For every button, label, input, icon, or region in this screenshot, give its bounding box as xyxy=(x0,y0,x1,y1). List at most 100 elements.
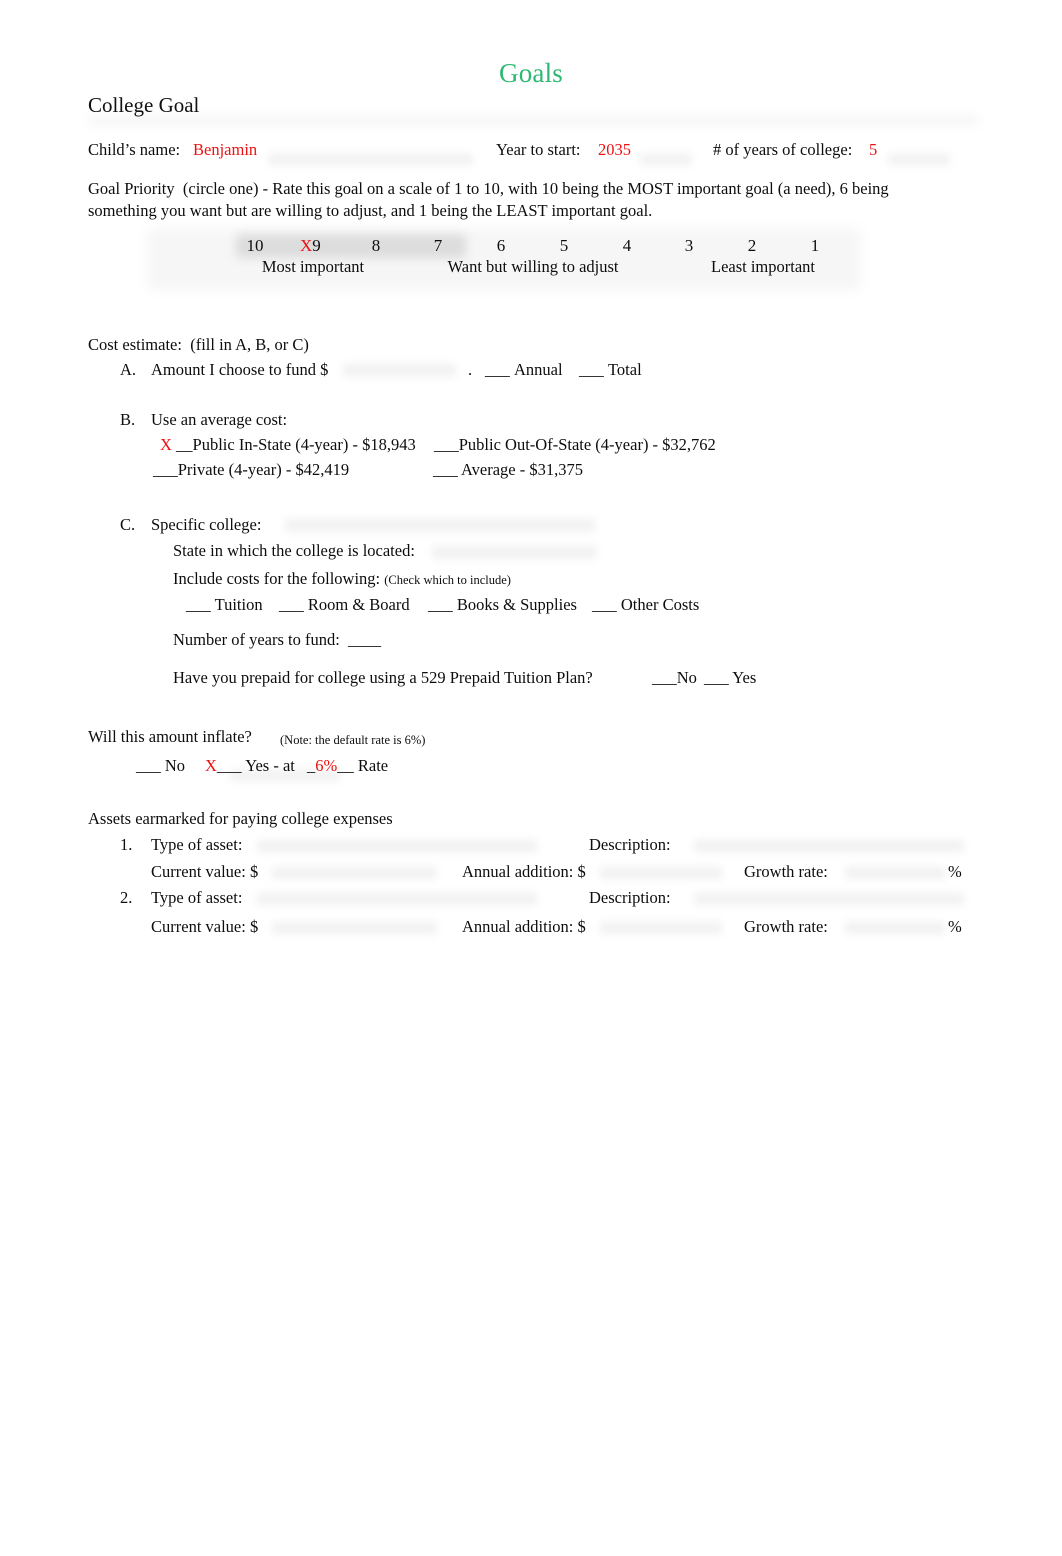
cost-option-c-marker: C. xyxy=(120,515,136,534)
redacted-asset-2-current-value xyxy=(272,920,437,937)
cost-option-a-marker: A. xyxy=(120,360,137,379)
cost-option-a-total-blank[interactable]: ___ xyxy=(579,359,604,380)
redacted-asset-1-growth-rate xyxy=(845,865,945,882)
average-cost-option-public-out-of-state[interactable]: ___Public Out-Of-State (4-year) - $32,76… xyxy=(434,434,716,455)
redacted-asset-1-annual-addition xyxy=(600,865,722,882)
inflation-yes-mark: X xyxy=(205,756,217,775)
year-to-start-label: Year to start: xyxy=(496,140,581,159)
inflation-yes-option[interactable]: X___ Yes - at xyxy=(205,755,295,776)
redacted-years-field xyxy=(888,152,950,168)
average-cost-label-in-state: Public In-State (4-year) - $18,943 xyxy=(192,435,416,454)
redacted-amount-field xyxy=(343,362,456,380)
include-cost-room-board[interactable]: ___ Room & Board xyxy=(279,594,410,615)
goal-priority-heading: Goal Priority xyxy=(88,179,175,198)
average-cost-label-average: Average - $31,375 xyxy=(460,460,583,479)
include-cost-tuition[interactable]: ___ Tuition xyxy=(186,594,263,615)
years-of-college-value[interactable]: 5 xyxy=(869,139,877,160)
cost-option-b-marker: B. xyxy=(120,410,136,429)
assets-heading: Assets earmarked for paying college expe… xyxy=(88,809,393,828)
scale-option-3[interactable]: 3 xyxy=(674,236,704,256)
cost-option-a-annual-blank[interactable]: ___ xyxy=(485,359,510,380)
scale-option-4[interactable]: 4 xyxy=(612,236,642,256)
years-of-college-label: # of years of college: xyxy=(713,140,853,159)
redacted-year-field xyxy=(640,152,692,168)
scale-option-2[interactable]: 2 xyxy=(737,236,767,256)
section-heading: College Goal xyxy=(88,93,200,117)
child-name-value[interactable]: Benjamin xyxy=(193,139,257,160)
cost-estimate-heading-text: Cost estimate: xyxy=(88,335,182,354)
scale-option-5[interactable]: 5 xyxy=(549,236,579,256)
asset-row-2-percent-sign: % xyxy=(948,917,962,936)
document-page: Goals College Goal Child’s name: Benjami… xyxy=(0,0,1062,1556)
asset-row-2-description-label: Description: xyxy=(589,888,671,907)
average-cost-option-average[interactable]: ___ Average - $31,375 xyxy=(433,459,583,480)
cost-option-b-text: Use an average cost: xyxy=(151,410,288,429)
prepaid-529-yes-option[interactable]: ___ Yes xyxy=(704,667,756,688)
scale-option-6[interactable]: 6 xyxy=(486,236,516,256)
inflation-yes-label: Yes - at xyxy=(245,756,295,775)
scale-option-8[interactable]: 8 xyxy=(361,236,391,256)
inflation-rate-label: Rate xyxy=(357,756,389,775)
average-cost-blank-average: ___ xyxy=(433,460,458,479)
inflation-yes-blank: ___ xyxy=(216,756,242,775)
redacted-asset-2-type xyxy=(257,891,537,908)
include-costs-row: Include costs for the following: (Check … xyxy=(173,568,511,591)
asset-row-2-growth-rate-label: Growth rate: xyxy=(744,917,828,936)
inflation-rate-lead: _ xyxy=(307,756,316,775)
average-cost-label-out-of-state: Public Out-Of-State (4-year) - $32,762 xyxy=(458,435,716,454)
redacted-asset-2-description xyxy=(694,891,964,908)
redacted-asset-1-type xyxy=(257,838,537,855)
asset-row-2-number: 2. xyxy=(120,888,133,907)
scale-group-label-least-important: Least important xyxy=(710,257,815,276)
college-state-label: State in which the college is located: xyxy=(173,541,415,560)
prepaid-529-no-label: No xyxy=(676,668,697,687)
average-cost-option-public-in-state[interactable]: X __Public In-State (4-year) - $18,943 xyxy=(160,434,416,455)
scale-option-9-number: 9 xyxy=(312,236,321,255)
include-cost-books-supplies[interactable]: ___ Books & Supplies xyxy=(428,594,577,615)
asset-row-2-current-value-label: Current value: $ xyxy=(151,917,259,936)
include-cost-room-board-label: Room & Board xyxy=(307,595,410,614)
redacted-asset-1-description xyxy=(694,838,964,855)
years-to-fund-blank[interactable]: ____ xyxy=(348,630,381,649)
include-cost-books-supplies-label: Books & Supplies xyxy=(456,595,577,614)
years-to-fund-row: Number of years to fund: ____ xyxy=(173,629,381,650)
asset-row-1-current-value-label: Current value: $ xyxy=(151,862,259,881)
scale-selected-mark: X xyxy=(300,236,313,255)
cost-option-a-total-label: Total xyxy=(608,360,642,379)
average-cost-blank-out-of-state: ___ xyxy=(434,435,459,454)
scale-option-9[interactable]: X9 xyxy=(300,236,346,256)
include-costs-label: Include costs for the following: xyxy=(173,569,381,588)
average-cost-option-private[interactable]: ___Private (4-year) - $42,419 xyxy=(153,459,349,480)
asset-row-2-annual-addition-label: Annual addition: $ xyxy=(462,917,586,936)
include-cost-tuition-blank: ___ xyxy=(186,595,211,614)
asset-row-1-description-label: Description: xyxy=(589,835,671,854)
goal-priority-instruction: (circle one) - Rate this goal on a scale… xyxy=(88,179,889,220)
asset-row-1-number: 1. xyxy=(120,835,133,854)
scale-option-10[interactable]: 10 xyxy=(240,236,270,256)
redacted-asset-1-current-value xyxy=(272,865,437,882)
prepaid-529-no-option[interactable]: ___No xyxy=(652,667,697,688)
year-to-start-value[interactable]: 2035 xyxy=(598,139,631,160)
inflation-rate-entry[interactable]: _6%__ Rate xyxy=(307,755,388,776)
prepaid-529-question: Have you prepaid for college using a 529… xyxy=(173,668,593,687)
scale-option-7[interactable]: 7 xyxy=(423,236,453,256)
child-name-label: Child’s name: xyxy=(88,140,181,159)
scale-group-label-most-important: Most important xyxy=(261,257,365,276)
include-cost-other-label: Other Costs xyxy=(620,595,700,614)
redacted-asset-2-growth-rate xyxy=(845,920,945,937)
average-cost-blank-in-state: __ xyxy=(176,435,193,454)
scale-option-1[interactable]: 1 xyxy=(800,236,830,256)
prepaid-529-yes-blank: ___ xyxy=(704,668,729,687)
cost-option-a-annual-label: Annual xyxy=(514,360,563,379)
average-cost-label-private: Private (4-year) - $42,419 xyxy=(177,460,350,479)
goal-priority-paragraph: Goal Priority (circle one) - Rate this g… xyxy=(88,178,948,221)
average-cost-blank-private: ___ xyxy=(153,460,178,479)
inflation-no-label: No xyxy=(164,756,186,775)
cost-option-a-text: Amount I choose to fund $ xyxy=(151,360,329,379)
inflation-no-option[interactable]: ___ No xyxy=(136,755,185,776)
average-cost-selected-mark: X xyxy=(160,435,172,454)
include-cost-tuition-label: Tuition xyxy=(214,595,263,614)
redacted-asset-2-annual-addition xyxy=(600,920,722,937)
inflation-note: (Note: the default rate is 6%) xyxy=(280,733,426,747)
include-cost-other[interactable]: ___ Other Costs xyxy=(592,594,699,615)
